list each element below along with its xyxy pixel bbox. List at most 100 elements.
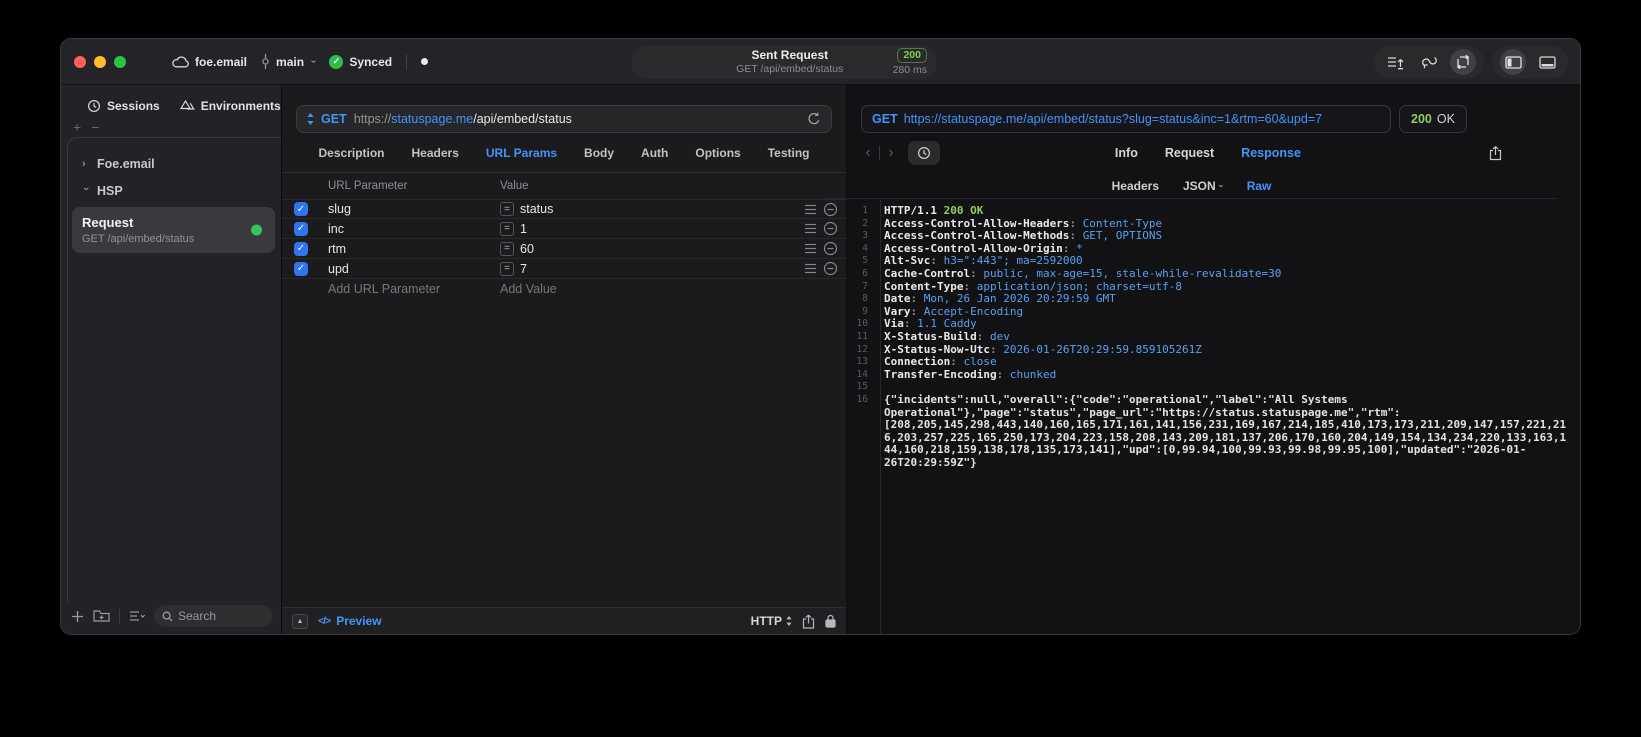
param-checkbox[interactable]: ✓	[294, 221, 308, 236]
new-folder-icon[interactable]	[93, 609, 110, 623]
param-checkbox[interactable]: ✓	[294, 261, 308, 276]
sidebar-request-item[interactable]: Request GET /api/embed/status	[72, 207, 275, 253]
request-url[interactable]: https://statuspage.me/api/embed/status	[354, 112, 572, 126]
code-segment: :	[989, 342, 1004, 356]
resend-request-icon[interactable]	[807, 112, 821, 126]
code-segment: Mon, 26 Jan 2026 20:29:59 GMT	[923, 292, 1116, 306]
export-response-icon[interactable]	[1489, 146, 1502, 161]
protocol-selector[interactable]: HTTP	[751, 614, 792, 628]
minimize-button[interactable]	[94, 55, 106, 68]
remove-row-icon[interactable]	[823, 261, 838, 276]
add-param-value-placeholder[interactable]: Add Value	[500, 282, 794, 296]
tab-info[interactable]: Info	[1115, 146, 1138, 160]
remove-row-icon[interactable]	[823, 241, 838, 256]
remove-session-button[interactable]: −	[91, 119, 99, 135]
equals-badge: =	[500, 241, 514, 256]
request-order-icon[interactable]	[1382, 49, 1408, 75]
request-duration: 280 ms	[892, 64, 927, 76]
preview-button[interactable]: </> Preview	[318, 614, 382, 628]
param-checkbox[interactable]: ✓	[294, 202, 308, 216]
tab-sessions[interactable]: Sessions	[87, 99, 160, 113]
subtab-raw[interactable]: Raw	[1247, 179, 1272, 193]
code-segment: Cache-Control	[884, 266, 971, 280]
add-session-button[interactable]: +	[73, 119, 81, 135]
code-segment: Alt-Svc	[884, 254, 931, 268]
project-name: foe.email	[195, 54, 248, 69]
add-param-name-placeholder[interactable]: Add URL Parameter	[328, 282, 500, 296]
method-stepper-icon[interactable]	[307, 113, 314, 125]
remove-row-icon[interactable]	[823, 221, 838, 236]
sync-loop-icon[interactable]	[1416, 49, 1442, 75]
code-segment: :	[910, 292, 924, 306]
response-request-url[interactable]: GET https://statuspage.me/api/embed/stat…	[861, 105, 1391, 133]
lock-icon[interactable]	[825, 614, 836, 628]
project-switcher[interactable]: foe.email	[172, 55, 247, 69]
param-value-input[interactable]: status	[520, 202, 553, 216]
history-back-button[interactable]: ‹	[861, 144, 875, 162]
tab-options[interactable]: Options	[695, 146, 740, 160]
close-button[interactable]	[74, 55, 86, 68]
tab-body[interactable]: Body	[584, 146, 614, 160]
sidebar-search[interactable]	[154, 605, 273, 627]
param-value-input[interactable]: 60	[520, 242, 534, 256]
line-content: Transfer-Encoding: chunked	[874, 368, 1580, 382]
param-value-input[interactable]: 1	[520, 222, 527, 236]
tab-environments[interactable]: Environments	[179, 99, 281, 113]
tab-url-params[interactable]: URL Params	[486, 146, 557, 160]
row-options-icon[interactable]	[804, 263, 817, 274]
code-segment: :	[903, 317, 918, 331]
synced-check-icon: ✓	[329, 54, 344, 69]
param-name-input[interactable]: inc	[328, 222, 500, 236]
add-request-button[interactable]	[71, 610, 84, 623]
environments-icon	[179, 99, 195, 113]
param-checkbox[interactable]: ✓	[294, 241, 308, 256]
sent-request-status-pill[interactable]: Sent Request GET /api/embed/status 200 2…	[631, 45, 937, 79]
branch-selector[interactable]: main ›	[261, 54, 319, 69]
unsaved-indicator-dot	[421, 58, 429, 65]
request-method[interactable]: GET	[321, 112, 347, 126]
param-name-input[interactable]: rtm	[328, 242, 500, 256]
code-segment: public, max-age=15, stale-while-revalida…	[983, 266, 1282, 280]
list-options-icon[interactable]	[129, 610, 145, 622]
history-button[interactable]	[908, 141, 940, 165]
toggle-sidebar-icon[interactable]	[1500, 49, 1526, 75]
toggle-bottom-panel-icon[interactable]	[1534, 49, 1560, 75]
tab-testing[interactable]: Testing	[768, 146, 810, 160]
param-name-input[interactable]: upd	[328, 262, 500, 276]
subtab-json[interactable]: JSON ›	[1183, 179, 1226, 193]
add-param-row[interactable]: Add URL Parameter Add Value	[282, 279, 846, 299]
row-options-icon[interactable]	[804, 243, 817, 254]
history-forward-button[interactable]: ›	[884, 144, 898, 162]
code-segment: {"incidents":null,"overall":{"code":"ope…	[884, 392, 1567, 469]
collapse-panel-button[interactable]: ▲	[292, 613, 308, 629]
row-options-icon[interactable]	[804, 204, 817, 215]
tab-headers[interactable]: Headers	[412, 146, 459, 160]
remove-row-icon[interactable]	[823, 202, 838, 217]
share-request-icon[interactable]	[802, 614, 815, 629]
tree-item-foe-email[interactable]: › Foe.email	[72, 150, 275, 177]
response-body[interactable]: 1 HTTP/1.1 200 OK 2 Access-Control-Allow-He…	[847, 199, 1580, 634]
tab-response[interactable]: Response	[1241, 146, 1301, 160]
code-segment: close	[963, 355, 997, 369]
import-export-icon[interactable]	[1450, 49, 1476, 75]
param-name-input[interactable]: slug	[328, 202, 500, 216]
url-path: /api/embed/status	[473, 112, 572, 126]
line-content: {"incidents":null,"overall":{"code":"ope…	[874, 392, 1580, 470]
param-value-cell: = 60	[500, 241, 794, 256]
tab-request[interactable]: Request	[1165, 146, 1214, 160]
nav-divider	[879, 146, 880, 160]
tab-auth[interactable]: Auth	[641, 146, 668, 160]
line-number: 2	[862, 217, 868, 229]
sent-request-title: Sent Request	[751, 48, 829, 63]
sync-label: Synced	[349, 54, 393, 69]
row-options-icon[interactable]	[804, 223, 817, 234]
zoom-button[interactable]	[114, 55, 126, 68]
url-scheme: https://	[353, 112, 392, 126]
tab-description[interactable]: Description	[319, 146, 385, 160]
sync-status[interactable]: ✓ Synced	[329, 54, 393, 69]
request-url-bar[interactable]: GET https://statuspage.me/api/embed/stat…	[296, 105, 832, 133]
param-value-input[interactable]: 7	[520, 262, 527, 276]
subtab-headers[interactable]: Headers	[1112, 179, 1159, 193]
tree-item-hsp[interactable]: › HSP	[72, 177, 275, 204]
search-input[interactable]	[178, 609, 265, 623]
